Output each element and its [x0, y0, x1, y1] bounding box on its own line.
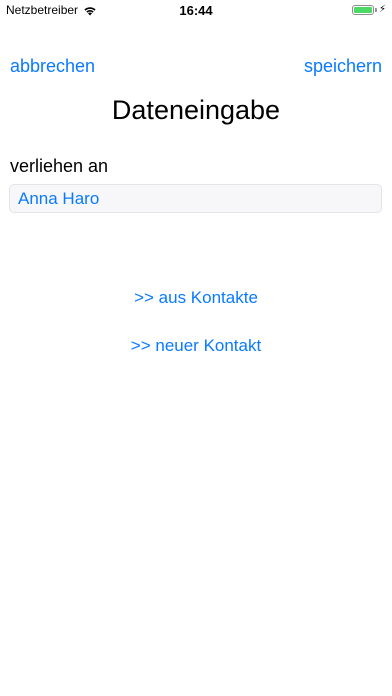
status-time: 16:44: [179, 3, 213, 18]
cancel-button[interactable]: abbrechen: [10, 56, 95, 77]
screen: Netzbetreiber 16:44 ⚡ abbrechen speicher…: [0, 0, 392, 696]
battery-cap: [374, 7, 377, 12]
page-title: Dateneingabe: [111, 95, 281, 125]
save-button[interactable]: speichern: [304, 56, 382, 77]
status-bar: Netzbetreiber 16:44 ⚡: [0, 0, 392, 22]
new-contact-button[interactable]: >> neuer Kontakt: [0, 336, 392, 356]
battery-icon: [351, 4, 374, 15]
bolt-icon: ⚡: [378, 4, 386, 15]
lent-to-label: verliehen an: [10, 156, 109, 176]
lent-to-field[interactable]: [9, 184, 382, 213]
battery-indicator: ⚡: [351, 4, 386, 15]
from-contacts-button[interactable]: >> aus Kontakte: [0, 288, 392, 308]
battery-fill: [353, 6, 372, 13]
